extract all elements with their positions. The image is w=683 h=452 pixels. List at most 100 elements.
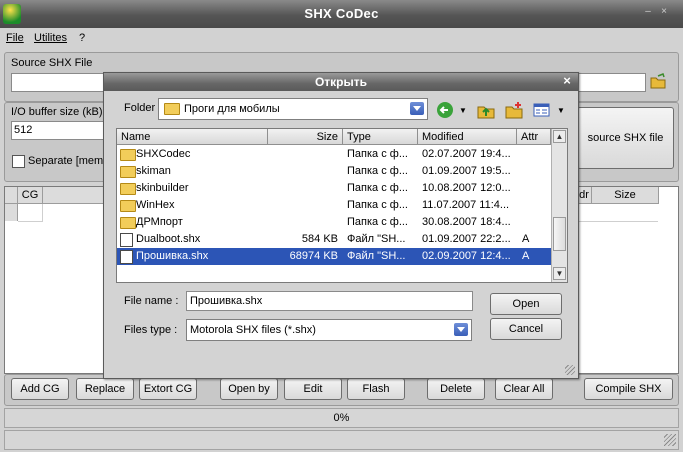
main-window: SHX CoDec – × File Utilites ? Source SHX… (0, 0, 683, 452)
file-name: WinHex (136, 199, 175, 211)
folder-icon (164, 103, 180, 115)
file-attr: A (522, 233, 530, 245)
cancel-button[interactable]: Cancel (490, 318, 562, 340)
title-bar: SHX CoDec (0, 0, 683, 28)
file-name-label: File name : (124, 295, 179, 307)
menu-help[interactable]: ? (79, 32, 85, 44)
file-row[interactable]: skinbuilder Папка с ф... 10.08.2007 12:0..… (117, 180, 551, 197)
close-icon[interactable]: × (659, 7, 669, 17)
column-size[interactable]: Size (268, 129, 343, 145)
scroll-up-icon[interactable]: ▲ (553, 130, 566, 143)
separate-checkbox[interactable] (12, 155, 25, 168)
file-row[interactable]: skiman Папка с ф... 01.09.2007 19:5... (117, 163, 551, 180)
back-dropdown-icon[interactable]: ▼ (459, 106, 467, 115)
file-row[interactable]: SHXCodec Папка с ф... 02.07.2007 19:4... (117, 146, 551, 163)
file-name: Прошивка.shx (136, 250, 209, 262)
file-icon (120, 250, 133, 264)
column-name[interactable]: Name (117, 129, 268, 145)
files-type-value: Motorola SHX files (*.shx) (190, 324, 316, 336)
column-type[interactable]: Type (343, 129, 418, 145)
file-type: Папка с ф... (347, 182, 408, 194)
file-list[interactable]: Name Size Type Modified Attr SHXCodec Пап… (116, 128, 568, 283)
compile-shx-button[interactable]: Compile SHX (584, 378, 673, 400)
open-button[interactable]: Open (490, 293, 562, 315)
vertical-scrollbar[interactable]: ▲ ▼ (551, 129, 567, 282)
file-row[interactable]: WinHex Папка с ф... 11.07.2007 11:4... (117, 197, 551, 214)
open-folder-icon[interactable] (649, 73, 667, 90)
separate-label: Separate [mem (28, 155, 104, 167)
buffer-size-input[interactable]: 512 (11, 121, 105, 140)
clear-all-button[interactable]: Clear All (495, 378, 553, 400)
chevron-down-icon[interactable] (410, 102, 424, 115)
file-row[interactable]: Dualboot.shx 584 KB Файл "SH... 01.09.2007 … (117, 231, 551, 248)
chevron-down-icon[interactable] (454, 323, 468, 336)
dialog-resize-grip-icon[interactable] (565, 365, 575, 375)
grid-header-cg[interactable]: CG (18, 187, 43, 204)
file-name-input[interactable]: Прошивка.shx (186, 291, 473, 311)
replace-button[interactable]: Replace (76, 378, 134, 400)
folder-combo-value: Проги для мобилы (184, 103, 280, 115)
grid-corner (5, 187, 18, 204)
file-size: 68974 KB (289, 250, 338, 262)
file-modified: 10.08.2007 12:0... (422, 182, 511, 194)
file-name: Dualboot.shx (136, 233, 201, 245)
up-folder-icon[interactable] (477, 101, 495, 119)
file-name: skinbuilder (136, 182, 189, 194)
files-type-label: Files type : (124, 324, 178, 336)
open-by-button[interactable]: Open by (220, 378, 278, 400)
resize-grip-icon[interactable] (664, 434, 676, 446)
grid-header-attr[interactable]: dr (577, 187, 592, 204)
folder-label: Folder (124, 102, 156, 114)
new-folder-icon[interactable] (505, 101, 523, 119)
dialog-title: Открыть (314, 75, 368, 89)
file-name: skiman (136, 165, 171, 177)
scroll-thumb[interactable] (553, 217, 566, 251)
file-type: Папка с ф... (347, 148, 408, 160)
folder-icon (120, 217, 136, 229)
dialog-close-icon[interactable]: × (560, 74, 574, 88)
column-modified[interactable]: Modified (418, 129, 517, 145)
grid-header-size[interactable]: Size (592, 187, 659, 204)
back-icon[interactable] (436, 101, 454, 119)
file-row[interactable]: ДРМпорт Папка с ф... 30.08.2007 18:4... (117, 214, 551, 231)
extort-cg-button[interactable]: Extort CG (139, 378, 197, 400)
app-icon (3, 4, 21, 24)
buffer-label: I/O buffer size (kB) (11, 106, 103, 118)
progress-text: 0% (333, 412, 350, 424)
grid-cell[interactable] (18, 204, 43, 222)
file-type: Файл "SH... (347, 233, 406, 245)
minimize-icon[interactable]: – (643, 7, 653, 17)
view-menu-icon[interactable] (533, 101, 551, 119)
file-type: Папка с ф... (347, 199, 408, 211)
view-dropdown-icon[interactable]: ▼ (557, 106, 565, 115)
file-modified: 11.07.2007 11:4... (422, 199, 510, 211)
menu-file[interactable]: File (6, 32, 24, 44)
file-type: Папка с ф... (347, 165, 408, 177)
folder-combo[interactable]: Проги для мобилы (158, 98, 428, 120)
window-title: SHX CoDec (304, 6, 379, 21)
open-source-button[interactable]: source SHX file (577, 107, 674, 169)
file-name: SHXCodec (136, 148, 191, 160)
column-attr[interactable]: Attr (517, 129, 551, 145)
edit-button[interactable]: Edit (284, 378, 342, 400)
file-type: Папка с ф... (347, 216, 408, 228)
folder-icon (120, 166, 136, 178)
open-dialog: Открыть × Folder Проги для мобилы ▼ ▼ Na… (103, 72, 579, 379)
add-cg-button[interactable]: Add CG (11, 378, 69, 400)
file-row[interactable]: Прошивка.shx 68974 KB Файл "SH... 02.09.200… (117, 248, 551, 265)
file-modified: 01.09.2007 22:2... (422, 233, 511, 245)
source-label: Source SHX File (11, 57, 93, 69)
flash-button[interactable]: Flash (347, 378, 405, 400)
grid-cell[interactable] (577, 204, 658, 222)
file-attr: A (522, 250, 530, 262)
status-bar (4, 430, 679, 450)
menu-bar: File Utilites ? (0, 30, 683, 48)
files-type-combo[interactable]: Motorola SHX files (*.shx) (186, 319, 472, 341)
menu-utilites[interactable]: Utilites (34, 32, 67, 44)
scroll-down-icon[interactable]: ▼ (553, 267, 566, 280)
progress-bar: 0% (4, 408, 679, 428)
delete-button[interactable]: Delete (427, 378, 485, 400)
folder-icon (120, 149, 136, 161)
file-name: ДРМпорт (136, 216, 183, 228)
folder-icon (120, 200, 136, 212)
